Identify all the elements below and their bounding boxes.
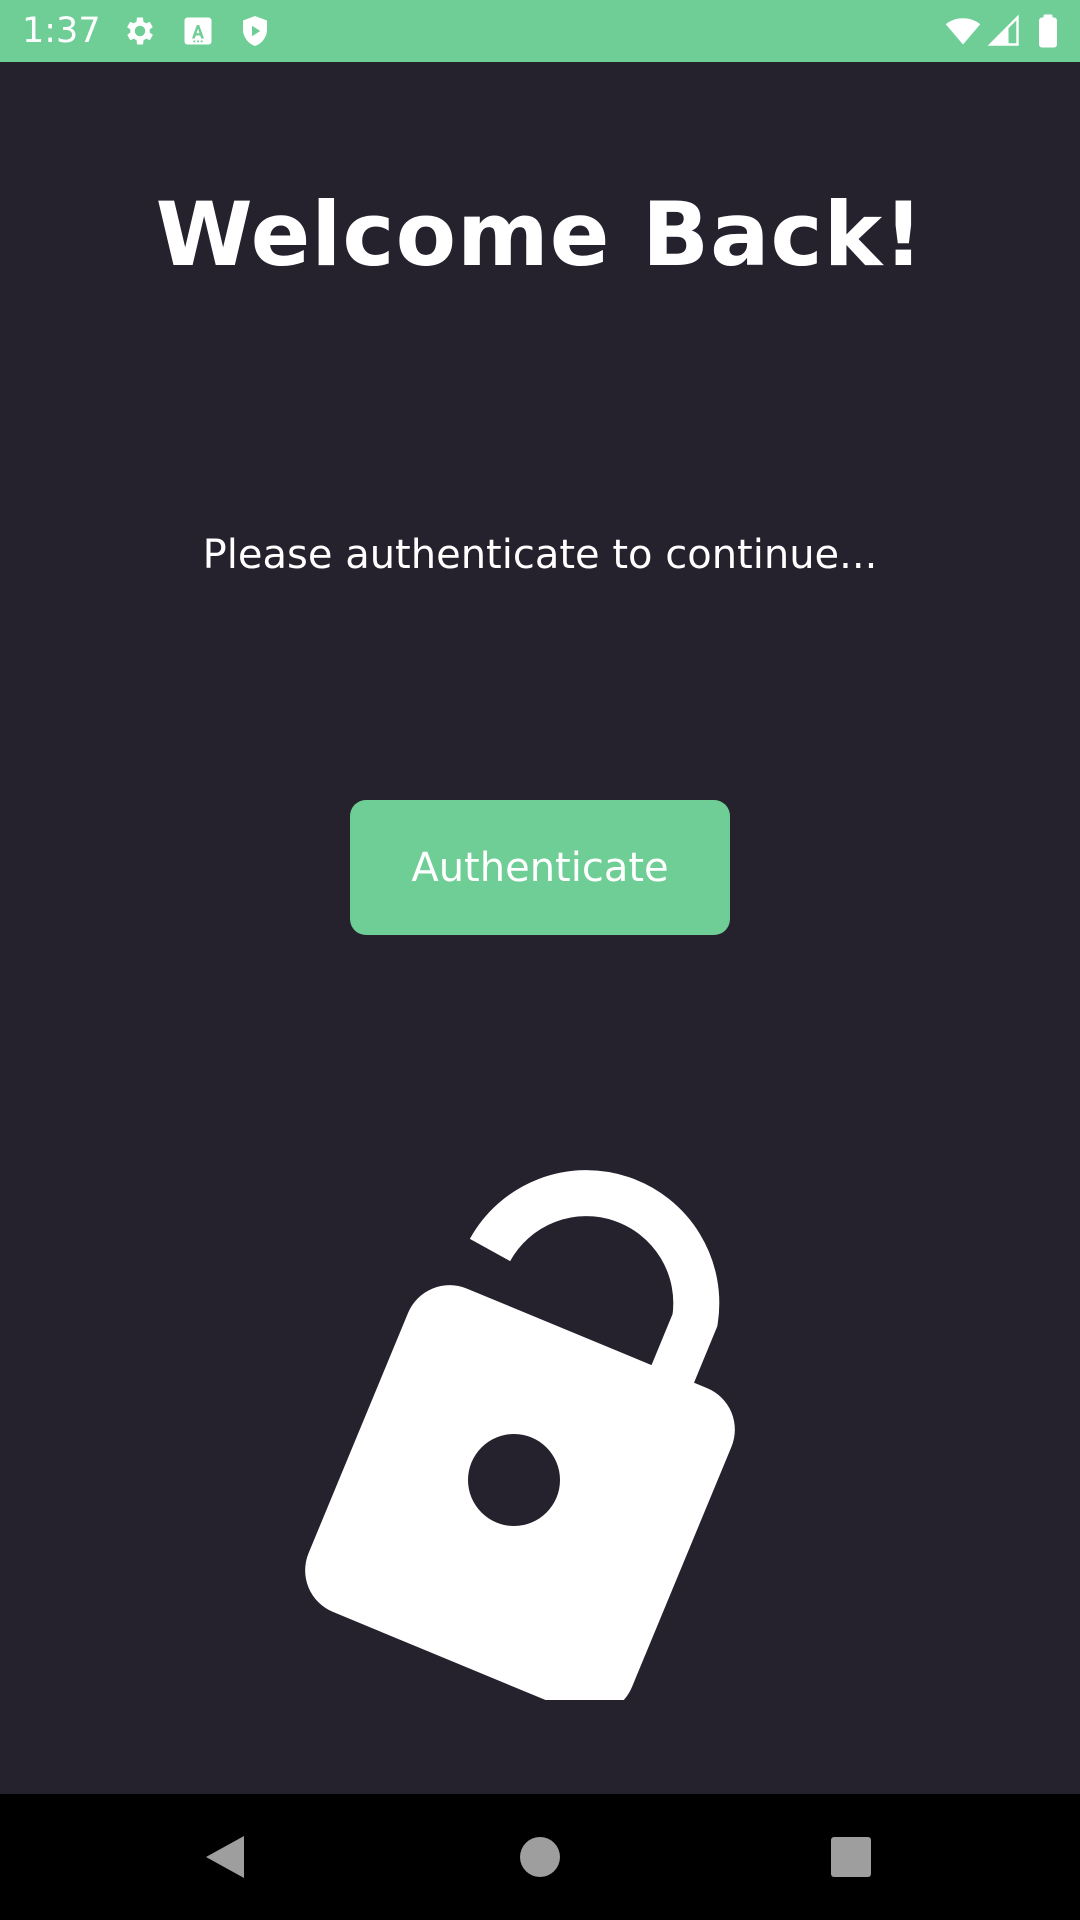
wifi-icon	[942, 13, 984, 49]
status-time: 1:37	[22, 11, 101, 51]
status-bar: 1:37	[0, 0, 1080, 62]
shield-play-icon	[237, 13, 273, 49]
cellular-signal-icon	[986, 13, 1022, 49]
authenticate-button[interactable]: Authenticate	[350, 800, 730, 935]
navigation-bar	[0, 1794, 1080, 1920]
welcome-title: Welcome Back!	[155, 183, 925, 286]
settings-icon	[122, 13, 158, 49]
unlocked-padlock-icon	[290, 1160, 750, 1700]
home-circle-icon[interactable]	[507, 1824, 573, 1890]
back-triangle-icon[interactable]	[192, 1824, 258, 1890]
font-a-icon	[180, 13, 216, 49]
recents-square-icon[interactable]	[818, 1824, 884, 1890]
authenticate-prompt: Please authenticate to continue...	[202, 532, 878, 578]
battery-icon	[1034, 13, 1062, 49]
screen: 1:37 Welcome Back! Please authenticate t…	[0, 0, 1080, 1920]
